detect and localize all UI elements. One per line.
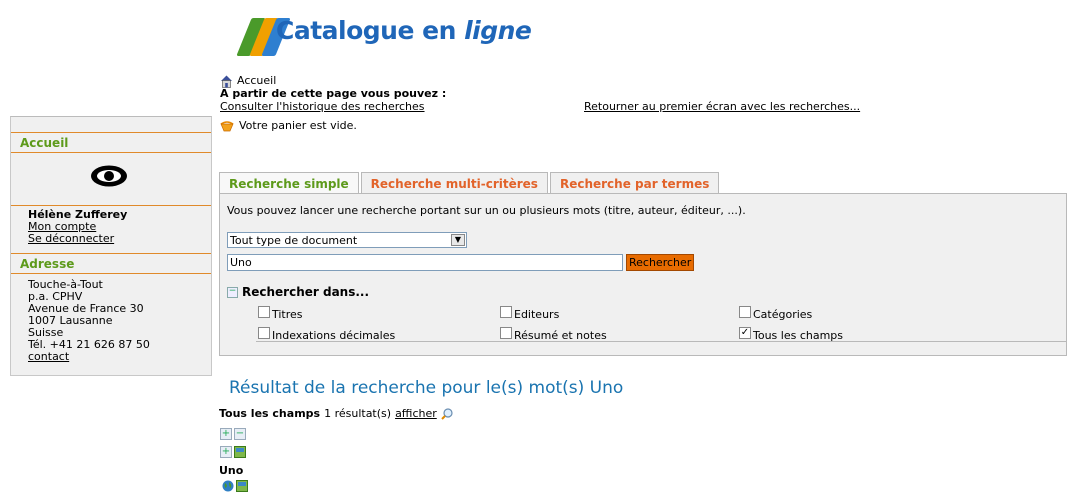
- search-in-toggle[interactable]: − Rechercher dans...: [227, 285, 369, 299]
- contact-link[interactable]: contact: [28, 350, 69, 363]
- basket-icon[interactable]: [220, 120, 234, 132]
- magnifier-icon[interactable]: [441, 407, 453, 420]
- logo-books-icon: [232, 18, 291, 58]
- panel-divider: [256, 341, 1066, 342]
- checkbox-editeurs[interactable]: Editeurs: [500, 306, 560, 321]
- record-title[interactable]: Uno: [219, 464, 243, 477]
- tab-multi-criteria-search[interactable]: Recherche multi-critères: [360, 172, 548, 194]
- expand-all-icon[interactable]: +: [220, 428, 232, 440]
- record-type-icon[interactable]: [236, 480, 248, 492]
- checkbox-box-checked[interactable]: ✓: [739, 327, 751, 339]
- sidebar-accueil-title: Accueil: [11, 132, 211, 153]
- first-screen-link[interactable]: Retourner au premier écran avec les rech…: [584, 101, 860, 113]
- sidebar-adresse-title: Adresse: [11, 253, 211, 274]
- sidebar: Accueil Hélène Zufferey Mon compte Se dé…: [10, 116, 212, 376]
- home-breadcrumb[interactable]: Accueil: [220, 74, 1060, 88]
- search-tabs: Recherche simple Recherche multi-critère…: [219, 172, 721, 195]
- chevron-down-icon[interactable]: ▼: [451, 234, 465, 246]
- checkbox-titres[interactable]: Titres: [258, 306, 303, 321]
- intro-text: A partir de cette page vous pouvez :: [220, 87, 447, 100]
- search-panel: Vous pouvez lancer une recherche portant…: [219, 193, 1067, 356]
- results-field-name: Tous les champs: [219, 407, 321, 420]
- checkbox-box[interactable]: [500, 306, 512, 318]
- doctype-selected-value: Tout type de document: [230, 234, 358, 247]
- collapse-all-icon[interactable]: −: [234, 428, 246, 440]
- checkbox-label: Editeurs: [514, 308, 560, 321]
- globe-icon[interactable]: [222, 480, 234, 492]
- search-description: Vous pouvez lancer une recherche portant…: [227, 204, 746, 217]
- checkbox-box[interactable]: [739, 306, 751, 318]
- results-count: 1 résultat(s): [324, 407, 392, 420]
- cart-status: Votre panier est vide.: [239, 119, 357, 132]
- checkbox-box[interactable]: [258, 327, 270, 339]
- logo-text: Catalogue en ligne: [276, 16, 532, 45]
- address-block: Touche-à-Tout p.a. CPHV Avenue de France…: [11, 274, 211, 375]
- search-in-label: Rechercher dans...: [242, 285, 370, 299]
- search-button[interactable]: Rechercher: [626, 254, 695, 271]
- checkbox-box[interactable]: [500, 327, 512, 339]
- notice-icon[interactable]: [234, 446, 246, 458]
- checkbox-categories[interactable]: Catégories: [739, 306, 813, 321]
- eye-icon[interactable]: [90, 165, 128, 187]
- search-input[interactable]: Uno: [227, 254, 623, 271]
- home-icon[interactable]: [220, 74, 233, 88]
- checkbox-box[interactable]: [258, 306, 270, 318]
- top-nav: Accueil A partir de cette page vous pouv…: [220, 74, 1060, 132]
- expand-icon[interactable]: +: [220, 446, 232, 458]
- checkbox-label: Titres: [272, 308, 303, 321]
- history-link[interactable]: Consulter l'historique des recherches: [220, 101, 425, 113]
- catalogue-logo[interactable]: Catalogue en ligne: [232, 14, 542, 58]
- tab-term-search[interactable]: Recherche par termes: [549, 172, 720, 194]
- logout-link[interactable]: Se déconnecter: [28, 232, 114, 245]
- checkbox-label: Catégories: [753, 308, 813, 321]
- results-title: Résultat de la recherche pour le(s) mot(…: [229, 378, 624, 398]
- show-results-link[interactable]: afficher: [395, 407, 437, 420]
- home-label[interactable]: Accueil: [237, 75, 276, 87]
- doctype-select[interactable]: Tout type de document ▼: [227, 232, 467, 248]
- results-summary: Tous les champs 1 résultat(s) afficher: [219, 407, 453, 420]
- collapse-icon[interactable]: −: [227, 286, 238, 298]
- tab-simple-search[interactable]: Recherche simple: [219, 172, 359, 195]
